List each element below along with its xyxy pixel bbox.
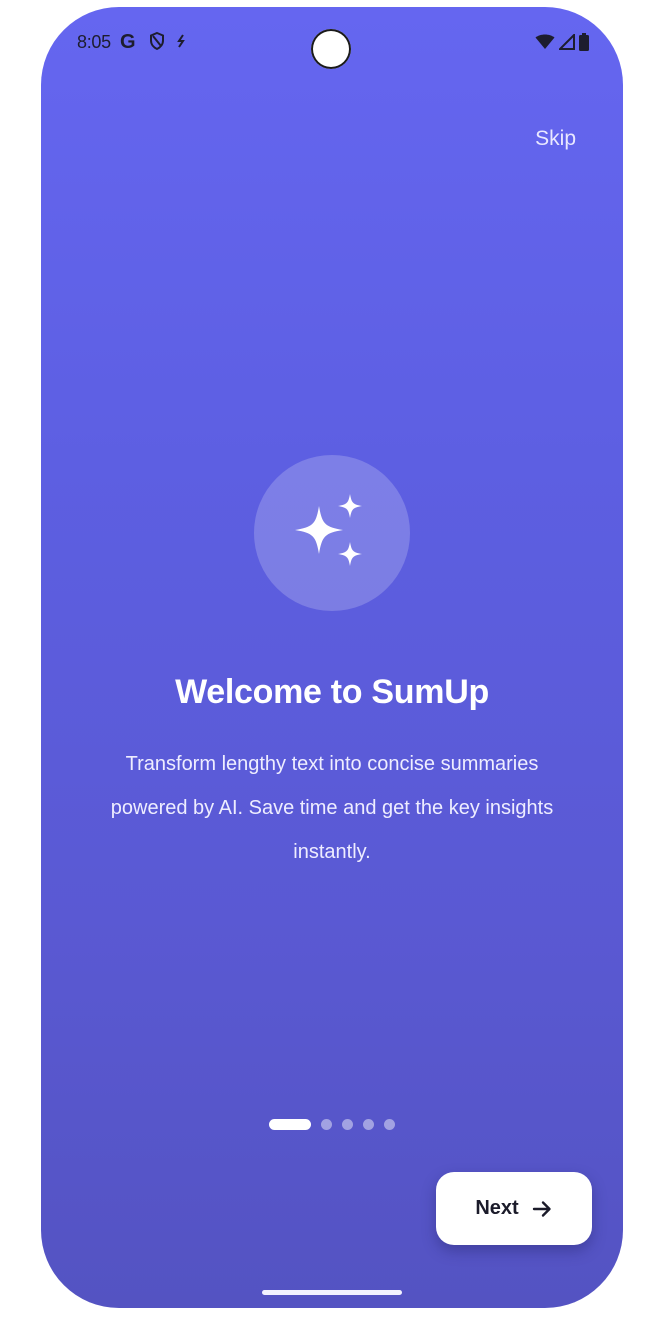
page-dot-active (269, 1119, 311, 1130)
shield-icon (150, 32, 164, 50)
svg-text:G: G (120, 31, 136, 51)
next-button[interactable]: Next (436, 1172, 592, 1245)
battery-icon (579, 33, 589, 51)
next-button-label: Next (475, 1197, 519, 1219)
home-indicator[interactable] (262, 1290, 402, 1295)
status-right-icons (535, 33, 589, 51)
sync-icon (177, 34, 185, 48)
onboarding-title: Welcome to SumUp (175, 673, 489, 711)
page-dot (342, 1119, 353, 1130)
status-bar: 8:05 G (41, 7, 623, 77)
sparkles-icon (295, 494, 362, 566)
page-indicator (269, 1119, 395, 1130)
arrow-right-icon (532, 1200, 551, 1217)
google-icon: G (120, 31, 136, 51)
hero-icon-circle (254, 455, 410, 611)
signal-icon (559, 34, 575, 50)
page-dot (321, 1119, 332, 1130)
phone-screen: 8:05 G Skip Welcome to SumUp Transform l… (41, 7, 623, 1308)
page-dot (384, 1119, 395, 1130)
skip-button[interactable]: Skip (535, 127, 576, 151)
status-time: 8:05 (77, 32, 111, 52)
wifi-icon (535, 34, 555, 49)
status-left-icons: G (119, 31, 187, 51)
onboarding-description: Transform lengthy text into concise summ… (110, 753, 554, 863)
page-dot (363, 1119, 374, 1130)
front-camera (311, 29, 351, 69)
